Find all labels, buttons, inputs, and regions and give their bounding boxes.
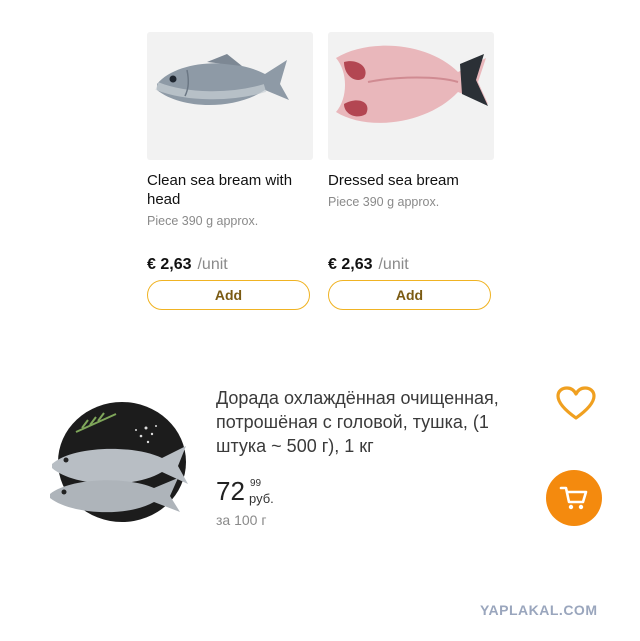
product-weight: Piece 390 g approx. (147, 214, 259, 228)
product-price: € 2,63 (328, 256, 373, 273)
product-price: € 2,63 (147, 256, 192, 273)
add-to-cart-button[interactable] (546, 470, 602, 526)
two-dorado-on-plate-icon (50, 402, 188, 522)
product-title[interactable]: Clean sea bream with head (147, 171, 317, 209)
product-image-dressed-bream[interactable] (328, 32, 494, 160)
heart-icon (556, 386, 596, 420)
butterflied-sea-bream-icon (336, 45, 488, 123)
ru-price: 72 99 руб. (216, 474, 336, 508)
whole-sea-bream-icon (155, 54, 289, 105)
cart-icon (559, 486, 588, 510)
ru-price-rub: 72 (216, 476, 245, 506)
watermark: YAPLAKAL.COM (480, 602, 598, 618)
ru-product-title[interactable]: Дорада охлаждённая очищенная, потрошёная… (216, 386, 516, 458)
ru-price-per: за 100 г (216, 512, 267, 528)
favorite-button[interactable] (556, 386, 596, 422)
product-unit: /unit (378, 256, 409, 273)
product-title[interactable]: Dressed sea bream (328, 171, 498, 190)
product-price-row: € 2,63/unit (328, 256, 409, 274)
ru-product-image[interactable] (46, 398, 194, 528)
add-button[interactable]: Add (328, 280, 491, 310)
add-button[interactable]: Add (147, 280, 310, 310)
ru-price-kop: 99 (250, 478, 262, 489)
product-image-clean-bream[interactable] (147, 32, 313, 160)
product-price-row: € 2,63/unit (147, 256, 228, 274)
product-unit: /unit (197, 256, 228, 273)
product-weight: Piece 390 g approx. (328, 195, 440, 209)
ru-price-currency: руб. (249, 491, 274, 506)
